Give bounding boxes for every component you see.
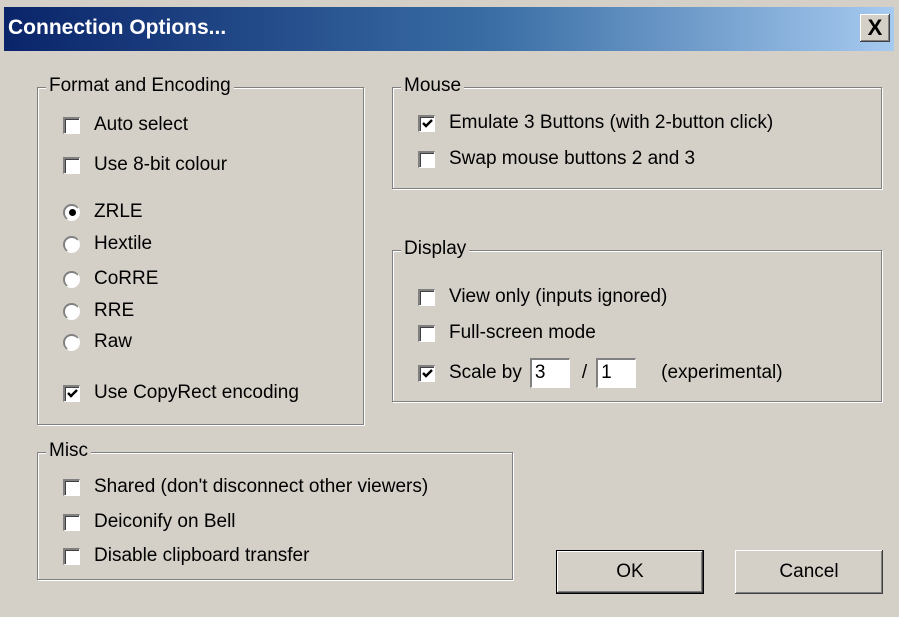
- radio-raw[interactable]: Raw: [63, 328, 132, 356]
- checkbox-box[interactable]: [63, 156, 80, 174]
- shared-label: Shared (don't disconnect other viewers): [94, 476, 429, 497]
- checkbox-box[interactable]: [63, 513, 80, 531]
- scale-separator: /: [581, 362, 588, 383]
- shared-checkbox[interactable]: Shared (don't disconnect other viewers): [63, 473, 428, 501]
- clipboard-label: Disable clipboard transfer: [94, 545, 310, 566]
- radio-zrle[interactable]: ZRLE: [63, 198, 143, 226]
- ok-button[interactable]: OK: [556, 550, 704, 594]
- cancel-button[interactable]: Cancel: [735, 550, 883, 594]
- format-encoding-label: Format and Encoding: [46, 74, 234, 98]
- radio-button[interactable]: [63, 203, 80, 221]
- emulate-3-buttons-label: Emulate 3 Buttons (with 2-button click): [449, 112, 774, 133]
- scale-label: Scale by: [449, 362, 522, 383]
- emulate-3-buttons-checkbox[interactable]: Emulate 3 Buttons (with 2-button click): [418, 109, 773, 137]
- view-only-label: View only (inputs ignored): [449, 286, 668, 307]
- scale-experimental-note: (experimental): [661, 362, 783, 383]
- checkbox-box[interactable]: [418, 114, 435, 132]
- radio-button[interactable]: [63, 270, 80, 288]
- use-8bit-label: Use 8-bit colour: [94, 154, 228, 175]
- swap-mouse-buttons-checkbox[interactable]: Swap mouse buttons 2 and 3: [418, 145, 695, 173]
- radio-zrle-label: ZRLE: [94, 201, 143, 222]
- ok-label: OK: [616, 561, 644, 582]
- scale-checkbox[interactable]: [418, 364, 435, 382]
- checkmark-icon: [66, 389, 78, 398]
- use-8bit-checkbox[interactable]: Use 8-bit colour: [63, 151, 227, 179]
- misc-label: Misc: [46, 439, 92, 463]
- fullscreen-checkbox[interactable]: Full-screen mode: [418, 319, 596, 347]
- checkbox-box[interactable]: [63, 547, 80, 565]
- checkbox-box[interactable]: [418, 324, 435, 342]
- radio-selected-dot: [68, 209, 76, 216]
- close-icon: X: [867, 15, 883, 40]
- radio-corre[interactable]: CoRRE: [63, 265, 158, 293]
- fullscreen-label: Full-screen mode: [449, 322, 596, 343]
- radio-button[interactable]: [63, 235, 80, 253]
- radio-rre-label: RRE: [94, 300, 135, 321]
- auto-select-label: Auto select: [94, 114, 188, 135]
- view-only-checkbox[interactable]: View only (inputs ignored): [418, 283, 667, 311]
- format-encoding-group: Format and Encoding Auto select Use 8-bi…: [37, 74, 364, 425]
- display-label: Display: [401, 237, 470, 261]
- checkbox-box[interactable]: [63, 478, 80, 496]
- scale-denominator-input[interactable]: 1: [596, 358, 637, 388]
- copyrect-label: Use CopyRect encoding: [94, 382, 299, 403]
- auto-select-checkbox[interactable]: Auto select: [63, 111, 188, 139]
- title-bar[interactable]: Connection Options... X: [4, 7, 894, 51]
- radio-button[interactable]: [63, 333, 80, 351]
- connection-options-dialog: Connection Options... X Format and Encod…: [0, 0, 899, 617]
- checkmark-icon: [421, 119, 433, 128]
- radio-hextile-label: Hextile: [94, 233, 153, 254]
- swap-mouse-buttons-label: Swap mouse buttons 2 and 3: [449, 148, 696, 169]
- cancel-label: Cancel: [779, 561, 839, 582]
- clipboard-checkbox[interactable]: Disable clipboard transfer: [63, 542, 309, 570]
- deiconify-checkbox[interactable]: Deiconify on Bell: [63, 508, 236, 536]
- misc-group: Misc Shared (don't disconnect other view…: [37, 439, 513, 580]
- radio-raw-label: Raw: [94, 331, 133, 352]
- radio-hextile[interactable]: Hextile: [63, 230, 152, 258]
- copyrect-checkbox[interactable]: Use CopyRect encoding: [63, 379, 299, 407]
- mouse-group: Mouse Emulate 3 Buttons (with 2-button c…: [392, 74, 882, 189]
- deiconify-label: Deiconify on Bell: [94, 511, 236, 532]
- scale-row: Scale by 3 / 1 (experimental): [418, 358, 783, 388]
- checkbox-box[interactable]: [418, 150, 435, 168]
- radio-corre-label: CoRRE: [94, 268, 159, 289]
- checkbox-box[interactable]: [63, 116, 80, 134]
- mouse-label: Mouse: [401, 74, 465, 98]
- display-group: Display View only (inputs ignored) Full-…: [392, 237, 882, 402]
- radio-rre[interactable]: RRE: [63, 297, 134, 325]
- checkbox-box[interactable]: [418, 288, 435, 306]
- close-button[interactable]: X: [860, 14, 890, 42]
- checkbox-box[interactable]: [63, 384, 80, 402]
- scale-numerator-input[interactable]: 3: [529, 358, 570, 388]
- radio-button[interactable]: [63, 302, 80, 320]
- window-title: Connection Options...: [8, 16, 227, 39]
- checkmark-icon: [421, 369, 433, 378]
